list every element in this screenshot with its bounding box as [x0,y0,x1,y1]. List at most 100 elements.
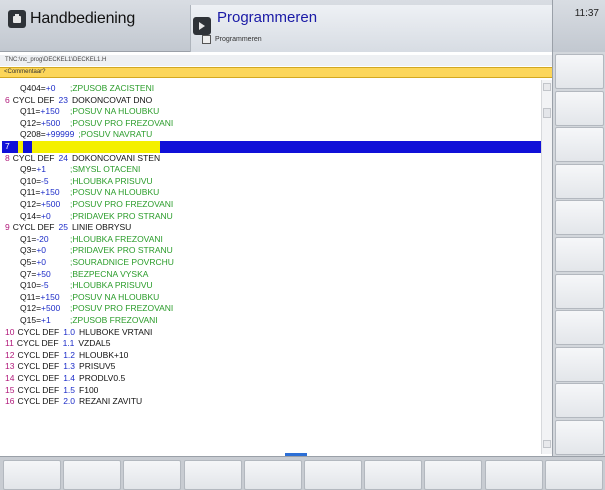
line-number: 12 [5,349,15,360]
program-line[interactable]: Q1=-20 ;HLOUBKA FREZOVANI [20,234,163,246]
parameter-comment: ;PRIDAVEK PRO STRANU [70,210,173,221]
line-number: 9 [5,222,10,233]
softkey-right-3[interactable] [555,127,604,163]
program-line[interactable]: 15 CYCL DEF 1.5 F100 [5,385,98,397]
program-line[interactable]: 13 CYCL DEF 1.3 PRISUV5 [5,361,115,373]
mode-programming-label: Programmeren [217,9,318,26]
program-line[interactable]: Q3=+0 ;PRIDAVEK PRO STRANU [20,245,173,257]
program-line[interactable]: 16 CYCL DEF 2.0 REZANI ZAVITU [5,396,142,408]
softkey-bottom-8[interactable] [424,460,483,490]
cycle-name: PRODLV0.5 [79,373,126,383]
softkey-bottom-9[interactable] [484,460,543,490]
program-line[interactable]: 9 CYCL DEF 25 LINIE OBRYSU [5,222,131,234]
q-parameter: Q7=+50 [20,268,51,279]
clock: 11:37 [552,0,605,52]
softkey-right-11[interactable] [555,420,604,455]
softkey-bottom-4[interactable] [183,460,242,490]
program-line[interactable]: 14 CYCL DEF 1.4 PRODLV0.5 [5,373,125,385]
cycle-number: 1.4 [63,373,76,383]
program-line[interactable]: Q12=+500 ;POSUV PRO FREZOVANI [20,118,173,130]
cycle-number: 1.1 [62,338,75,349]
softkey-right-1[interactable] [555,54,604,89]
mode-programming[interactable]: Programmeren Programmeren [190,5,552,52]
line-number: 14 [5,373,15,383]
program-line[interactable]: 12 CYCL DEF 1.2 HLOUBK+10 [5,350,128,362]
parameter-comment: ;SOURADNICE POVRCHU [70,257,174,267]
softkey-right-7[interactable] [555,273,604,309]
program-line[interactable]: Q10=-5 ;HLOUBKA PRISUVU [20,176,153,188]
program-line[interactable]: Q12=+500 ;POSUV PRO FREZOVANI [20,303,173,315]
scroll-down-arrow[interactable] [543,440,551,448]
program-path: TNC:\nc_prog\DECKEL1\DECKEL1.H [0,55,552,66]
text-cursor [18,141,23,153]
parameter-comment: ;POSUV PRO FREZOVANI [70,199,174,209]
softkey-bottom-2[interactable] [63,460,122,490]
line-number: 16 [5,396,15,407]
parameter-comment: ;ZPUSOB ZACISTENI [70,83,155,93]
softkey-right-6[interactable] [555,237,604,272]
mode-manual-operation[interactable]: Handbediening [8,6,135,32]
line-number: 15 [5,384,15,395]
program-line[interactable]: 6 CYCL DEF 23 DOKONCOVAT DNO [5,95,152,107]
program-line[interactable]: Q404=+0 ;ZPUSOB ZACISTENI [20,83,154,95]
softkey-bottom-1[interactable] [3,460,61,490]
program-line[interactable]: Q11=+150 ;POSUV NA HLOUBKU [20,187,159,199]
q-parameter: Q12=+500 [20,117,61,128]
scroll-up-arrow[interactable] [543,83,551,91]
cycle-name: DOKONCOVAT DNO [71,94,153,105]
program-line[interactable]: Q14=+0 ;PRIDAVEK PRO STRANU [20,211,173,223]
program-line[interactable]: Q7=+50 ;BEZPECNA VYSKA [20,269,148,281]
softkey-right-9[interactable] [555,346,604,382]
program-line[interactable]: Q10=-5 ;HLOUBKA PRISUVU [20,280,153,292]
cycle-number: 1.0 [63,326,76,337]
program-editor[interactable]: Q404=+0 ;ZPUSOB ZACISTENI 6 CYCL DEF 23 DOKON… [2,80,541,454]
parameter-comment: ;SMYSL OTACENI [70,164,141,175]
cycle-keyword: CYCL DEF [12,94,55,105]
softkey-bottom-6[interactable] [304,460,362,490]
comment-prompt[interactable]: <Commentaar? [0,67,552,78]
cycle-name: VZDAL5 [78,338,111,349]
program-line[interactable]: 11 CYCL DEF 1.1 VZDAL5 [5,338,111,350]
q-parameter: Q15=+1 [20,315,51,325]
cycle-number: 1.3 [63,361,76,372]
program-line[interactable]: Q9=+1 ;SMYSL OTACENI [20,164,140,176]
q-parameter: Q10=-5 [20,175,49,186]
softkey-bottom-10[interactable] [544,460,603,490]
softkey-bottom-5[interactable] [243,460,302,490]
softkey-right-4[interactable] [555,163,604,199]
program-line[interactable]: Q5=+0 ;SOURADNICE POVRCHU [20,257,174,269]
cycle-number: 2.0 [63,396,76,407]
cycle-keyword: CYCL DEF [17,373,60,383]
line-number: 11 [5,338,14,349]
program-line[interactable]: 10 CYCL DEF 1.0 HLUBOKE VRTANI [5,327,152,339]
program-line[interactable]: Q11=+150 ;POSUV NA HLOUBKU [20,106,159,118]
cycle-name: DOKONCOVANI STEN [71,152,161,163]
cycle-keyword: CYCL DEF [17,349,60,360]
cycle-keyword: CYCL DEF [12,152,55,163]
program-scrollbar[interactable] [541,80,552,454]
parameter-comment: ;POSUV NA HLOUBKU [70,106,160,117]
program-line[interactable]: Q208=+99999 ;POSUV NAVRATU [20,129,152,141]
parameter-comment: ;POSUV NA HLOUBKU [70,291,160,302]
parameter-comment: ;POSUV NA HLOUBKU [70,187,160,198]
softkey-right-5[interactable] [555,200,604,236]
softkey-right-8[interactable] [555,310,604,346]
program-line[interactable]: Q11=+150 ;POSUV NA HLOUBKU [20,292,159,304]
parameter-comment: ;HLOUBKA PRISUVU [70,175,153,186]
program-line[interactable]: 8 CYCL DEF 24 DOKONCOVANI STEN [5,153,160,165]
softkey-bottom-3[interactable] [123,460,182,490]
cycle-number: 25 [58,222,68,233]
program-file-icon [202,35,211,44]
softkey-bottom-7[interactable] [364,460,423,490]
cycle-keyword: CYCL DEF [17,384,60,395]
scroll-thumb[interactable] [543,108,551,118]
line-number: 6 [5,94,10,105]
q-parameter: Q11=+150 [20,291,60,302]
softkey-right-2[interactable] [555,90,604,126]
program-line[interactable]: Q15=+1 ;ZPUSOB FREZOVANI [20,315,158,327]
softkey-right-10[interactable] [555,383,604,419]
program-line[interactable]: Q12=+500 ;POSUV PRO FREZOVANI [20,199,173,211]
cycle-number: 1.2 [63,349,76,360]
line-number: 10 [5,326,15,337]
mode-manual-label: Handbediening [30,10,136,27]
